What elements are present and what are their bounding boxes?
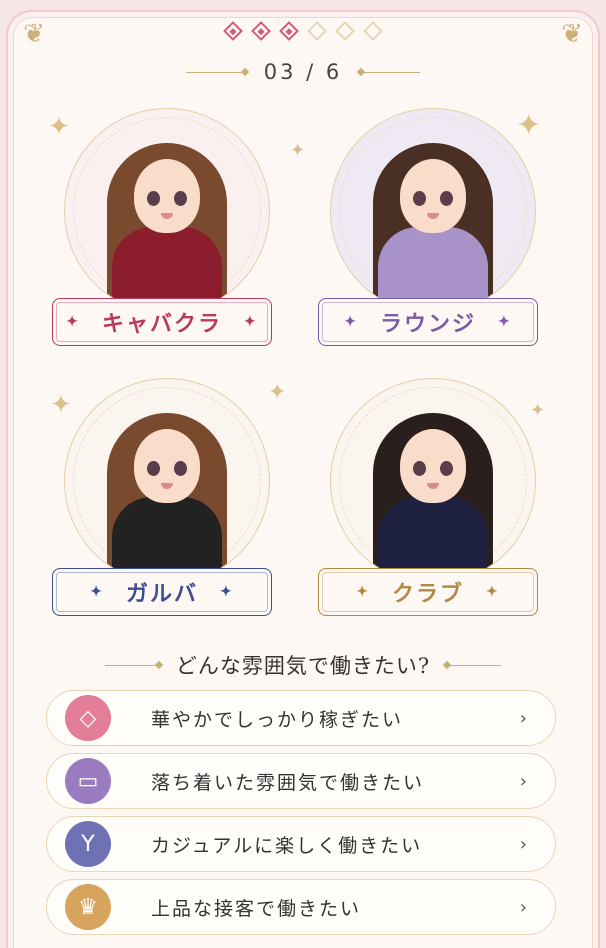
category-card-lounge[interactable]: ✦ ラウンジ ✦ bbox=[318, 108, 538, 358]
face-shape bbox=[134, 159, 200, 233]
option-button-calm[interactable]: ▭ 落ち着いた雰囲気で働きたい › bbox=[46, 753, 556, 809]
divider-line bbox=[104, 664, 160, 666]
sparkle-icon: ✦ bbox=[290, 140, 306, 161]
sparkle-icon: ✦ bbox=[90, 584, 104, 600]
divider-line bbox=[185, 71, 246, 73]
category-card-club[interactable]: ✦ クラブ ✦ bbox=[318, 378, 538, 628]
sofa-icon: ▭ bbox=[65, 758, 111, 804]
progress-dot bbox=[279, 21, 299, 41]
divider-line bbox=[360, 71, 421, 73]
progress-dot bbox=[335, 21, 355, 41]
chevron-right-icon: › bbox=[519, 770, 527, 792]
question-row: どんな雰囲気で働きたい? bbox=[0, 650, 606, 680]
portrait-illustration bbox=[330, 108, 536, 314]
portrait-illustration bbox=[330, 378, 536, 584]
option-button-elegant[interactable]: ♛ 上品な接客で働きたい › bbox=[46, 879, 556, 935]
sparkle-icon: ✦ bbox=[244, 314, 258, 330]
divider-line bbox=[446, 664, 502, 666]
sparkle-icon: ✦ bbox=[344, 314, 358, 330]
option-button-glamorous[interactable]: ◇ 華やかでしっかり稼ぎたい › bbox=[46, 690, 556, 746]
question-heading: どんな雰囲気で働きたい? bbox=[175, 654, 431, 678]
category-label: ガルバ bbox=[125, 581, 198, 607]
step-counter-row: 03 / 6 bbox=[0, 60, 606, 84]
diamond-icon: ◇ bbox=[65, 695, 111, 741]
category-label-plate: ✦ キャバクラ ✦ bbox=[52, 298, 272, 346]
category-label-plate: ✦ ガルバ ✦ bbox=[52, 568, 272, 616]
chevron-right-icon: › bbox=[519, 896, 527, 918]
option-label: 落ち着いた雰囲気で働きたい bbox=[151, 771, 425, 794]
chevron-right-icon: › bbox=[519, 707, 527, 729]
option-label: 上品な接客で働きたい bbox=[151, 897, 362, 920]
sparkle-icon: ✦ bbox=[486, 584, 500, 600]
crown-icon: ♛ bbox=[65, 884, 111, 930]
option-label: カジュアルに楽しく働きたい bbox=[151, 834, 423, 857]
progress-dot bbox=[307, 21, 327, 41]
step-counter: 03 / 6 bbox=[263, 60, 343, 84]
portrait-illustration bbox=[64, 378, 270, 584]
category-card-cabaret[interactable]: ✦ キャバクラ ✦ bbox=[52, 108, 272, 358]
sparkle-icon: ✦ bbox=[220, 584, 234, 600]
progress-dot bbox=[363, 21, 383, 41]
option-label: 華やかでしっかり稼ぎたい bbox=[151, 708, 404, 731]
portrait-illustration bbox=[64, 108, 270, 314]
option-button-casual[interactable]: Y カジュアルに楽しく働きたい › bbox=[46, 816, 556, 872]
chevron-right-icon: › bbox=[519, 833, 527, 855]
category-label: クラブ bbox=[391, 581, 464, 607]
category-label: キャバクラ bbox=[101, 311, 222, 337]
cocktail-icon: Y bbox=[65, 821, 111, 867]
sparkle-icon: ✦ bbox=[356, 584, 370, 600]
progress-dot bbox=[251, 21, 271, 41]
step-progress bbox=[0, 21, 606, 41]
category-label: ラウンジ bbox=[379, 311, 476, 337]
category-label-plate: ✦ クラブ ✦ bbox=[318, 568, 538, 616]
sparkle-icon: ✦ bbox=[66, 314, 80, 330]
sparkle-icon: ✦ bbox=[498, 314, 512, 330]
progress-dot bbox=[223, 21, 243, 41]
category-label-plate: ✦ ラウンジ ✦ bbox=[318, 298, 538, 346]
category-card-girls-bar[interactable]: ✦ ガルバ ✦ bbox=[52, 378, 272, 628]
